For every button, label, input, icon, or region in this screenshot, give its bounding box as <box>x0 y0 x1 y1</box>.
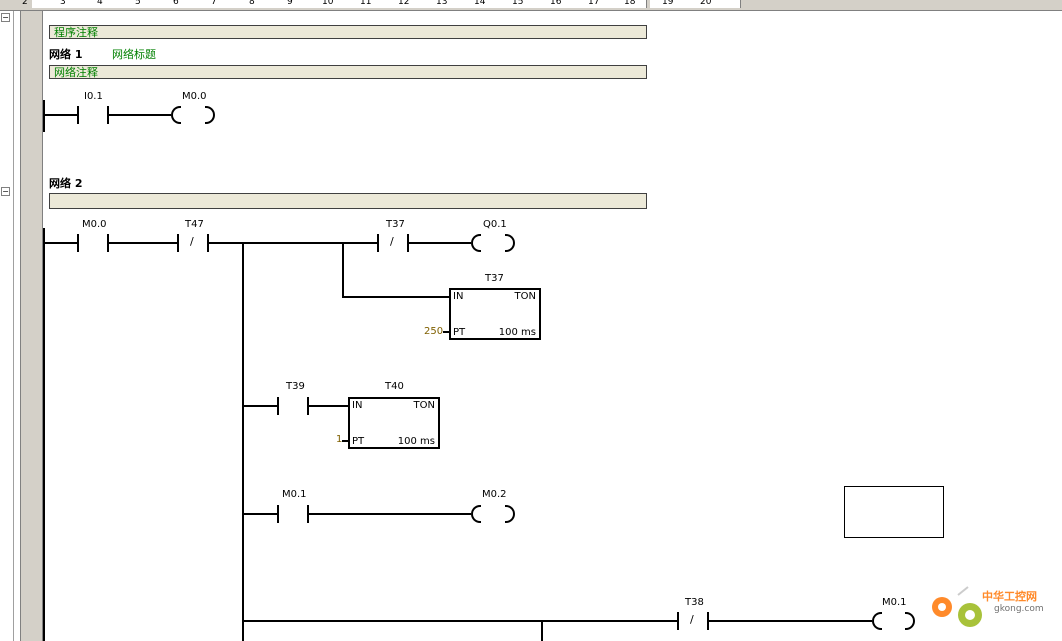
ruler-label: 2 <box>22 0 28 7</box>
ruler-label: 8 <box>249 0 255 7</box>
ruler-label: 11 <box>360 0 372 7</box>
branch-wire <box>342 242 344 297</box>
branch-bus <box>242 242 244 641</box>
timer-t37-pt: PT <box>453 327 466 338</box>
ruler-label: 12 <box>398 0 410 7</box>
contact-t37-slash: / <box>390 235 394 248</box>
coil-m01-left <box>872 612 882 630</box>
rung-wire <box>309 405 349 407</box>
contact-t39-left <box>277 397 279 415</box>
contact-t47-left <box>177 234 179 252</box>
contact-m00-left <box>77 234 79 252</box>
coil-m00-right <box>205 106 215 124</box>
rung-wire <box>409 242 471 244</box>
coil-m02-left <box>471 505 481 523</box>
timer-t37-in: IN <box>453 291 464 302</box>
contact-t38-slash: / <box>690 613 694 626</box>
timer-t37-block[interactable]: IN TON PT 100 ms <box>449 288 541 340</box>
network-1-comment[interactable]: 网络注释 <box>49 65 647 79</box>
watermark-title: 中华工控网 <box>982 590 1037 603</box>
power-rail <box>43 100 45 132</box>
ruler-label: 9 <box>287 0 293 7</box>
rung-wire <box>342 296 450 298</box>
contact-t39-label[interactable]: T39 <box>286 381 305 392</box>
ruler-label: 18 <box>624 0 636 7</box>
ruler-label: 5 <box>135 0 141 7</box>
program-comment[interactable]: 程序注释 <box>49 25 647 39</box>
network-1-label: 网络 1 <box>49 48 83 61</box>
ruler-label: 16 <box>550 0 562 7</box>
timer-t40-base: 100 ms <box>397 436 435 447</box>
watermark-url: gkong.com <box>994 604 1044 614</box>
rung-wire <box>109 114 171 116</box>
ruler-label: 3 <box>60 0 66 7</box>
rung-wire <box>309 513 471 515</box>
coil-q01-right <box>505 234 515 252</box>
collapse-network-1-icon[interactable]: − <box>1 13 10 22</box>
network-margin-bar <box>20 11 43 641</box>
network-2-comment[interactable] <box>49 193 647 209</box>
coil-m01-right <box>905 612 915 630</box>
timer-t40-block[interactable]: IN TON PT 100 ms <box>348 397 440 449</box>
rung-wire <box>242 513 277 515</box>
ruler-label: 7 <box>211 0 217 7</box>
contact-t37-left <box>377 234 379 252</box>
contact-i01-label[interactable]: I0.1 <box>84 91 103 102</box>
ruler-label: 15 <box>512 0 524 7</box>
coil-m01-label[interactable]: M0.1 <box>882 597 907 608</box>
power-rail <box>43 228 45 641</box>
preset-wire <box>342 440 348 442</box>
preset-wire <box>443 331 449 333</box>
rung-wire <box>109 242 177 244</box>
contact-t37-label[interactable]: T37 <box>386 219 405 230</box>
contact-t47-slash: / <box>190 235 194 248</box>
rung-wire <box>242 620 677 622</box>
ruler-label: 19 <box>662 0 674 7</box>
timer-t40-name[interactable]: T40 <box>385 381 404 392</box>
contact-m01-left <box>277 505 279 523</box>
timer-t40-preset[interactable]: 1 <box>336 434 342 445</box>
timer-t37-preset[interactable]: 250 <box>424 326 443 337</box>
rung-wire <box>709 620 872 622</box>
network-2-label: 网络 2 <box>49 177 83 190</box>
contact-t38-left <box>677 612 679 630</box>
column-ruler: 2 3 4 5 6 7 8 9 10 11 12 13 14 15 16 17 … <box>0 0 1062 11</box>
contact-m00-label[interactable]: M0.0 <box>82 219 107 230</box>
timer-t37-base: 100 ms <box>498 327 536 338</box>
empty-element-box[interactable] <box>844 486 944 538</box>
contact-m01-label[interactable]: M0.1 <box>282 489 307 500</box>
coil-m00-label[interactable]: M0.0 <box>182 91 207 102</box>
contact-t47-label[interactable]: T47 <box>185 219 204 230</box>
rung-wire <box>242 405 277 407</box>
timer-t40-in: IN <box>352 400 363 411</box>
ruler-label: 10 <box>322 0 334 7</box>
ruler-label: 13 <box>436 0 448 7</box>
rung-wire <box>45 242 77 244</box>
ruler-label: 17 <box>588 0 600 7</box>
contact-t38-label[interactable]: T38 <box>685 597 704 608</box>
branch-wire <box>541 620 543 641</box>
coil-q01-left <box>471 234 481 252</box>
timer-t40-pt: PT <box>352 436 365 447</box>
coil-m00-left <box>171 106 181 124</box>
contact-i01-left <box>77 106 79 124</box>
outline-gutter: − − <box>0 11 14 641</box>
rung-wire <box>209 242 377 244</box>
ruler-label: 20 <box>700 0 712 7</box>
coil-q01-label[interactable]: Q0.1 <box>483 219 507 230</box>
coil-m02-right <box>505 505 515 523</box>
coil-m02-label[interactable]: M0.2 <box>482 489 507 500</box>
collapse-network-2-icon[interactable]: − <box>1 187 10 196</box>
ruler-label: 6 <box>173 0 179 7</box>
timer-t37-name[interactable]: T37 <box>485 273 504 284</box>
timer-t40-type: TON <box>413 400 435 411</box>
rung-wire <box>45 114 77 116</box>
timer-t37-type: TON <box>514 291 536 302</box>
ruler-label: 4 <box>97 0 103 7</box>
ruler-label: 14 <box>474 0 486 7</box>
network-1-title[interactable]: 网络标题 <box>112 46 156 62</box>
